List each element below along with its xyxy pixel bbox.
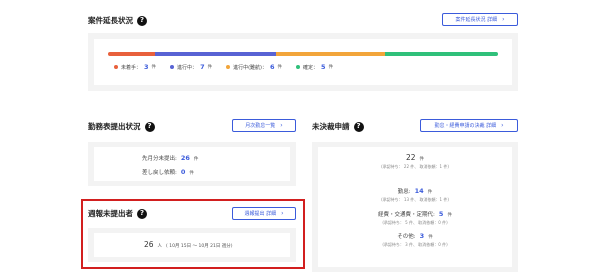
weekly-unsubmitted-row: 26 人 ( 10月 15日 〜 10月 21日 週分) (144, 240, 233, 249)
help-icon[interactable]: ? (353, 121, 364, 132)
chevron-right-icon: › (280, 122, 283, 129)
legend-dot-icon (226, 65, 231, 69)
legend-count: 3 (144, 63, 149, 71)
help-icon[interactable]: ? (137, 15, 147, 26)
chevron-right-icon: › (502, 16, 505, 23)
status-progress-bar (108, 52, 498, 56)
pending-approval-title: 未決裁申請 ? (312, 121, 364, 132)
legend-item-not-started: 未着手： 3 件 (114, 63, 156, 71)
status-bar-segment-in-progress (154, 52, 276, 56)
chevron-right-icon: › (281, 210, 284, 217)
legend-item-in-progress-difficult: 進行中(難航)： 6 件 (226, 63, 282, 71)
help-icon[interactable]: ? (137, 208, 147, 219)
legend-unit: 件 (207, 65, 213, 70)
case-extension-detail-label: 案件延長状況 詳細 (455, 17, 498, 23)
pending-total-sub: (承認待ち： 22 件、 取消依頼：1 件) (381, 164, 449, 169)
monthly-attendance-list-button[interactable]: 月次勤怠一覧 › (232, 119, 296, 132)
row-unit: 件 (193, 157, 199, 162)
pending-total-block: 22 件 (承認待ち： 22 件、 取消依頼：1 件) (318, 153, 512, 170)
row-count: 0 (180, 168, 186, 176)
pending-panel: 22 件 (承認待ち： 22 件、 取消依頼：1 件) 勤怠: 14 件 (承認… (312, 142, 518, 272)
legend-unit: 件 (151, 65, 157, 70)
case-extension-title-text: 案件延長状況 (88, 16, 133, 25)
legend-unit: 件 (277, 65, 283, 70)
legend-count: 5 (321, 63, 326, 71)
pending-item-unit: 件 (427, 190, 433, 195)
weekly-report-detail-label: 週報提出 詳細 (244, 211, 277, 217)
approval-detail-label: 勤怠・経費申請の決裁 詳細 (434, 123, 497, 129)
pending-item-unit: 件 (428, 235, 433, 240)
legend-item-in-progress: 進行中： 7 件 (170, 63, 212, 71)
pending-item-count: 5 (438, 210, 444, 218)
pending-item-label: その他: (397, 234, 416, 240)
weekly-title-text: 週報未提出者 (88, 209, 133, 218)
pending-total-unit: 件 (419, 157, 425, 162)
weekly-report-detail-button[interactable]: 週報提出 詳細 › (232, 207, 296, 220)
legend-dot-icon (170, 65, 175, 69)
pending-item-label: 勤怠: (397, 189, 411, 195)
pending-item-label: 経費・交通費・定期代: (378, 212, 435, 218)
weekly-count: 26 (144, 240, 154, 249)
row-count: 26 (180, 154, 190, 162)
status-bar-segment-confirmed (384, 52, 498, 56)
case-extension-panel: 未着手： 3 件 進行中： 7 件 進行中(難航)： 6 件 確定： 5 件 (88, 33, 518, 91)
pending-item-sub: (承認待ち： 3 件、 取消依頼：0 件) (382, 242, 448, 247)
status-bar-segment-in-progress-difficult (275, 52, 385, 56)
weekly-title: 週報未提出者 ? (88, 208, 147, 219)
legend-item-confirmed: 確定： 5 件 (296, 63, 333, 71)
weekly-panel: 26 人 ( 10月 15日 〜 10月 21日 週分) (88, 228, 296, 262)
pending-item-sub: (承認待ち： 5 件、 取消依頼：0 件) (382, 220, 448, 225)
case-extension-detail-button[interactable]: 案件延長状況 詳細 › (442, 13, 518, 26)
pending-item-count: 3 (419, 232, 425, 240)
legend-label: 進行中(難航)： (233, 64, 267, 71)
approval-detail-button[interactable]: 勤怠・経費申請の決裁 詳細 › (420, 119, 518, 132)
legend-dot-icon (296, 65, 301, 69)
legend-count: 7 (200, 63, 205, 71)
pending-approval-title-text: 未決裁申請 (312, 122, 350, 131)
row-label: 先月分未提出: (142, 156, 177, 162)
pending-item-sub: (承認待ち： 13 件、 取消依頼：1 件) (381, 197, 449, 202)
legend-label: 確定： (303, 64, 319, 71)
pending-expense-block: 経費・交通費・定期代: 5 件 (承認待ち： 5 件、 取消依頼：0 件) (318, 210, 512, 226)
status-bar-segment-not-started (108, 52, 155, 56)
legend-dot-icon (114, 65, 118, 69)
pending-other-block: その他: 3 件 (承認待ち： 3 件、 取消依頼：0 件) (318, 232, 512, 248)
unsubmitted-last-month-row: 先月分未提出: 26 件 (142, 154, 198, 162)
case-extension-title: 案件延長状況 ? (88, 15, 147, 26)
case-extension-card: 未着手： 3 件 進行中： 7 件 進行中(難航)： 6 件 確定： 5 件 (94, 39, 512, 85)
weekly-card: 26 人 ( 10月 15日 〜 10月 21日 週分) (94, 233, 290, 257)
return-request-row: 差し戻し依頼: 0 件 (142, 168, 194, 176)
row-unit: 件 (189, 171, 194, 176)
legend-count: 6 (270, 63, 275, 71)
pending-card: 22 件 (承認待ち： 22 件、 取消依頼：1 件) 勤怠: 14 件 (承認… (318, 147, 512, 267)
chevron-right-icon: › (501, 122, 504, 129)
attendance-title-text: 勤務表提出状況 (88, 122, 141, 131)
pending-total-count: 22 (405, 153, 416, 162)
weekly-unit: 人 (157, 244, 163, 249)
legend-label: 未着手： (121, 64, 142, 71)
weekly-period: ( 10月 15日 〜 10月 21日 週分) (166, 244, 233, 249)
monthly-attendance-list-label: 月次勤怠一覧 (245, 123, 276, 129)
pending-item-count: 14 (414, 187, 424, 195)
legend-label: 進行中： (177, 64, 198, 71)
row-label: 差し戻し依頼: (142, 170, 177, 176)
pending-item-unit: 件 (447, 213, 452, 218)
status-legend: 未着手： 3 件 進行中： 7 件 進行中(難航)： 6 件 確定： 5 件 (114, 63, 333, 71)
attendance-panel: 先月分未提出: 26 件 差し戻し依頼: 0 件 (88, 142, 296, 186)
pending-attendance-block: 勤怠: 14 件 (承認待ち： 13 件、 取消依頼：1 件) (318, 187, 512, 203)
attendance-title: 勤務表提出状況 ? (88, 121, 155, 132)
legend-unit: 件 (328, 65, 334, 70)
attendance-card: 先月分未提出: 26 件 差し戻し依頼: 0 件 (94, 147, 290, 181)
help-icon[interactable]: ? (144, 121, 155, 132)
